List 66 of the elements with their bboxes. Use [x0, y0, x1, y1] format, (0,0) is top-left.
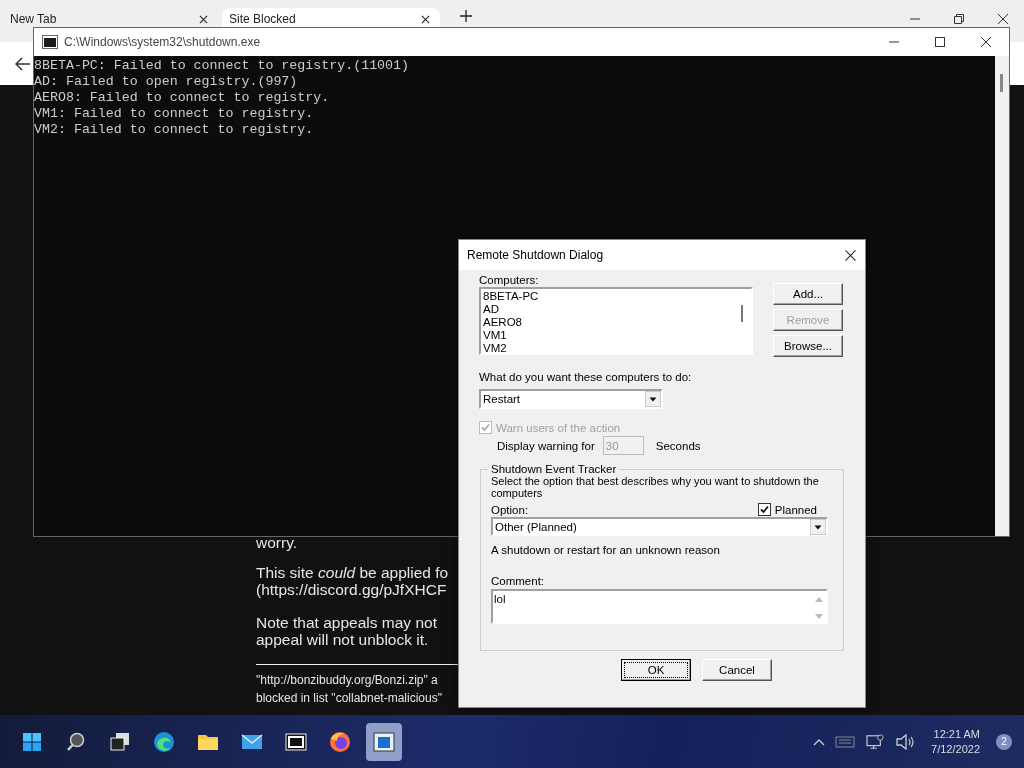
clock[interactable]: 12:21 AM 7/12/2022 — [925, 726, 986, 757]
body-text: appeal will not unblock it. — [256, 631, 430, 648]
field-label: Computers: — [479, 274, 540, 286]
back-arrow-icon[interactable] — [15, 56, 31, 71]
browser-tab[interactable]: New Tab — [0, 8, 218, 27]
caret-icon — [645, 391, 661, 407]
console-line: VM2: Failed to connect to registry. — [34, 122, 315, 138]
footnote-text: blocked in list "collabnet-malicious" — [256, 690, 443, 707]
comment-field[interactable]: lol — [491, 589, 828, 624]
checkbox-label: Warn users of the action — [496, 421, 621, 434]
dialog-button[interactable]: Add... — [773, 283, 843, 305]
console-line: VM1: Failed to connect to registry. — [34, 106, 315, 122]
close-icon[interactable] — [199, 14, 208, 24]
monitor-icon[interactable] — [865, 733, 886, 750]
ok-button[interactable]: OK — [621, 659, 691, 681]
close-icon[interactable] — [981, 37, 991, 47]
tab-title: Site Blocked — [229, 12, 296, 26]
body-text: This site could be applied fo — [256, 564, 450, 581]
list-item[interactable]: AERO8 — [483, 316, 737, 329]
dialog-title: Remote Shutdown Dialog — [467, 248, 604, 262]
body-text: worry. — [256, 536, 299, 550]
description-text: A shutdown or restart for an unknown reason — [491, 544, 721, 556]
footnote-text: "http://bonzibuddy.org/Bonzi.zip" a — [256, 672, 439, 689]
group-title: Shutdown Event Tracker — [490, 463, 618, 475]
list-item[interactable]: VM1 — [483, 329, 737, 342]
body-text: (https://discord.gg/pJfXHCF — [256, 581, 448, 598]
dialog-button[interactable]: Browse... — [773, 335, 843, 357]
taskbar-button[interactable] — [366, 722, 402, 761]
console-line: AD: Failed to open registry.(997) — [34, 74, 299, 90]
field-label: Comment: — [491, 575, 546, 587]
field-label: What do you want these computers to do: — [479, 371, 693, 383]
caret-icon — [810, 518, 826, 535]
maximize-icon[interactable] — [935, 37, 945, 47]
tab-title: New Tab — [10, 12, 57, 26]
body-text: Note that appeals may not — [256, 614, 438, 631]
scrollbar-thumb[interactable] — [1000, 74, 1003, 92]
fox-globe-icon — [328, 729, 352, 754]
list-item[interactable]: 8BETA-PC — [483, 290, 737, 303]
app-window-icon — [372, 729, 396, 754]
window-title: C:\Windows\system32\shutdown.exe — [64, 35, 262, 49]
close-icon[interactable] — [845, 249, 856, 261]
list-item[interactable]: VM2 — [483, 342, 737, 355]
browser-tab[interactable]: Site Blocked — [222, 8, 440, 27]
cancel-button[interactable]: Cancel — [702, 659, 772, 681]
dropdown[interactable]: Other (Planned) — [491, 517, 828, 536]
field-label: Seconds — [655, 439, 701, 452]
speaker-icon[interactable] — [895, 733, 916, 750]
close-icon[interactable] — [421, 14, 430, 24]
computer-list[interactable]: 8BETA-PC AD AERO8 VM1 VM2 — [479, 287, 753, 355]
checkbox-label: Planned — [774, 503, 817, 516]
close-icon[interactable] — [998, 14, 1008, 24]
checkbox[interactable] — [757, 503, 771, 516]
field-label: Option: — [491, 503, 529, 516]
scrollbar-thumb[interactable] — [741, 305, 743, 322]
list-item[interactable]: AD — [483, 303, 737, 316]
globe-swirl-icon — [152, 729, 176, 754]
scrollbar[interactable] — [995, 56, 1009, 536]
chevron-up-icon[interactable] — [813, 737, 826, 746]
field-label: Display warning for — [497, 439, 595, 452]
dropdown[interactable]: Restart — [479, 389, 663, 409]
plus-icon[interactable] — [460, 10, 472, 22]
restore-icon[interactable] — [954, 14, 964, 24]
description-text: Select the option that best describes why you want to shutdown the computers — [491, 475, 820, 499]
console-icon — [42, 35, 58, 49]
console-line: 8BETA-PC: Failed to connect to registry.(11001) — [34, 58, 411, 74]
console-line: AERO8: Failed to connect to registry. — [34, 90, 331, 106]
